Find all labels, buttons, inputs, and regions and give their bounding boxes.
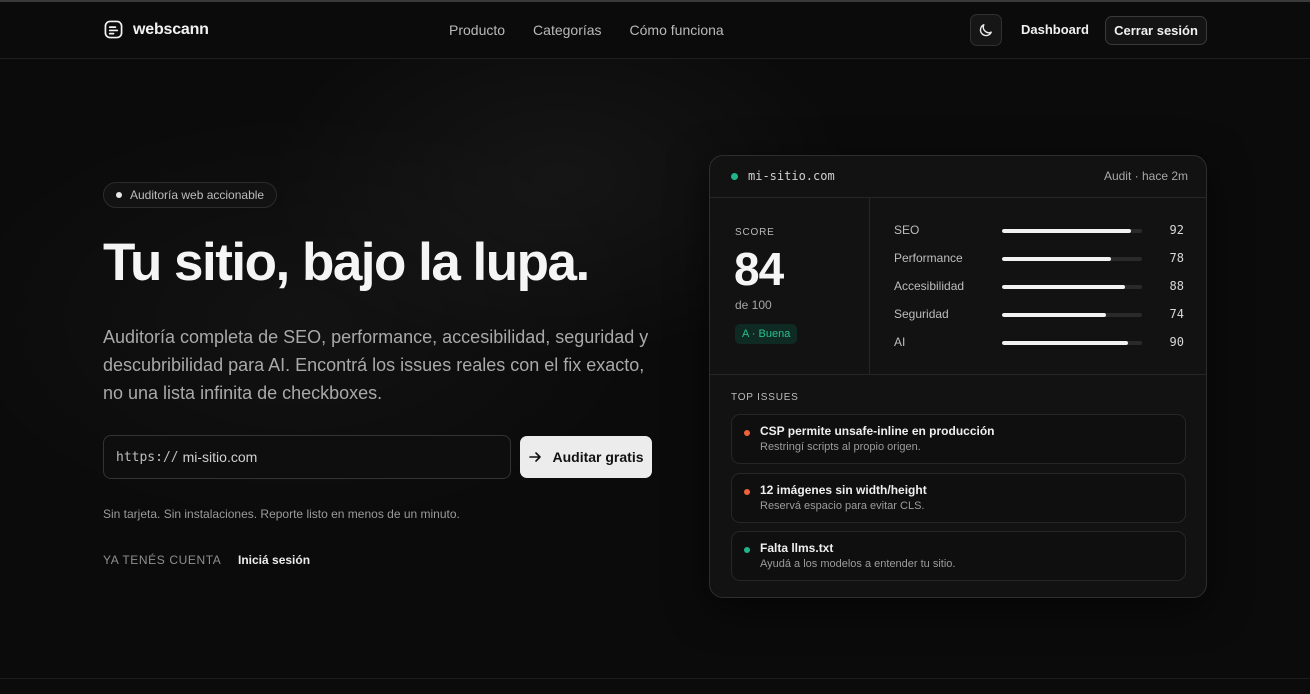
metric-bar-fill <box>1002 313 1106 317</box>
issue-item[interactable]: CSP permite unsafe-inline en producción … <box>731 414 1186 464</box>
moon-icon <box>979 24 992 37</box>
badge-label: Auditoría web accionable <box>130 188 265 202</box>
metric-bar <box>1002 313 1142 317</box>
audit-timestamp: Audit · hace 2m <box>1103 169 1188 183</box>
metric-bar <box>1002 285 1142 289</box>
audit-preview-card: mi-sitio.com Audit · hace 2m SCORE 84 de… <box>709 155 1207 598</box>
arrow-right-icon <box>529 452 542 462</box>
issue-severity-dot-icon <box>744 430 750 436</box>
site-header: webscann Producto Categorías Cómo funcio… <box>0 2 1310 59</box>
metric-value: 88 <box>1169 279 1184 293</box>
top-issues-section: TOP ISSUES CSP permite unsafe-inline en … <box>710 374 1206 597</box>
issue-title: Falta llms.txt <box>760 541 834 555</box>
url-input[interactable] <box>182 449 483 465</box>
score-max: de 100 <box>735 298 772 312</box>
metric-name: Performance <box>894 251 963 265</box>
section-divider <box>0 678 1310 679</box>
issue-description: Ayudá a los modelos a entender tu sitio. <box>760 558 956 570</box>
theme-toggle-button[interactable] <box>970 14 1002 46</box>
issue-severity-dot-icon <box>744 489 750 495</box>
brand-logo[interactable]: webscann <box>104 20 209 39</box>
issue-title: CSP permite unsafe-inline en producción <box>760 424 995 438</box>
site-url: mi-sitio.com <box>748 169 835 183</box>
grade-badge: A · Buena <box>735 324 798 344</box>
metric-name: Accesibilidad <box>894 279 965 293</box>
metric-bar-fill <box>1002 341 1128 345</box>
issue-description: Restringí scripts al propio origen. <box>760 441 921 453</box>
hero-title: Tu sitio, bajo la lupa. <box>103 233 590 292</box>
metric-bar-fill <box>1002 229 1131 233</box>
metric-row-performance: Performance 78 <box>894 251 1184 267</box>
nav-item-producto[interactable]: Producto <box>449 22 505 38</box>
metric-value: 92 <box>1169 223 1184 237</box>
metric-name: SEO <box>894 223 920 237</box>
url-prefix: https:// <box>116 449 179 465</box>
metric-value: 90 <box>1169 335 1184 349</box>
metric-bar <box>1002 229 1142 233</box>
nav-item-categorias[interactable]: Categorías <box>533 22 601 38</box>
metric-row-ai: AI 90 <box>894 335 1184 351</box>
metric-row-accesibilidad: Accesibilidad 88 <box>894 279 1184 295</box>
logo-icon <box>104 20 123 39</box>
metric-name: Seguridad <box>894 307 949 321</box>
metrics-list: SEO 92 Performance 78 Accesibilidad 88 S… <box>870 198 1206 374</box>
score-panel: SCORE 84 de 100 A · Buena <box>710 198 870 374</box>
score-label: SCORE <box>735 227 775 238</box>
issue-severity-dot-icon <box>744 547 750 553</box>
main-nav: Producto Categorías Cómo funciona <box>449 22 724 38</box>
dashboard-link[interactable]: Dashboard <box>1021 22 1089 37</box>
url-field[interactable]: https:// <box>103 435 511 479</box>
issue-description: Reservá espacio para evitar CLS. <box>760 500 925 512</box>
metric-row-seguridad: Seguridad 74 <box>894 307 1184 323</box>
issues-heading: TOP ISSUES <box>731 392 799 403</box>
brand-name: webscann <box>133 20 209 38</box>
metric-value: 74 <box>1169 307 1184 321</box>
card-header: mi-sitio.com Audit · hace 2m <box>710 156 1206 198</box>
nav-item-como-funciona[interactable]: Cómo funciona <box>630 22 724 38</box>
issue-item[interactable]: Falta llms.txt Ayudá a los modelos a ent… <box>731 531 1186 581</box>
hero-description: Auditoría completa de SEO, performance, … <box>103 327 649 403</box>
issue-item[interactable]: 12 imágenes sin width/height Reservá esp… <box>731 473 1186 523</box>
audit-button-label: Auditar gratis <box>552 449 644 465</box>
hero-badge: Auditoría web accionable <box>103 182 278 208</box>
metric-row-seo: SEO 92 <box>894 223 1184 239</box>
account-label: YA TENÉS CUENTA <box>103 553 222 567</box>
audit-button[interactable]: Auditar gratis <box>520 436 652 478</box>
badge-dot-icon <box>116 192 122 198</box>
login-link[interactable]: Iniciá sesión <box>238 553 310 567</box>
site-status-dot-icon <box>731 173 738 180</box>
metric-bar <box>1002 257 1142 261</box>
metric-bar-fill <box>1002 257 1112 261</box>
metric-bar <box>1002 341 1142 345</box>
metric-value: 78 <box>1169 251 1184 265</box>
logout-button[interactable]: Cerrar sesión <box>1105 16 1207 45</box>
metric-bar-fill <box>1002 285 1126 289</box>
issue-title: 12 imágenes sin width/height <box>760 483 927 497</box>
metric-name: AI <box>894 335 906 349</box>
score-value: 84 <box>734 243 784 295</box>
fine-print: Sin tarjeta. Sin instalaciones. Reporte … <box>103 507 460 521</box>
